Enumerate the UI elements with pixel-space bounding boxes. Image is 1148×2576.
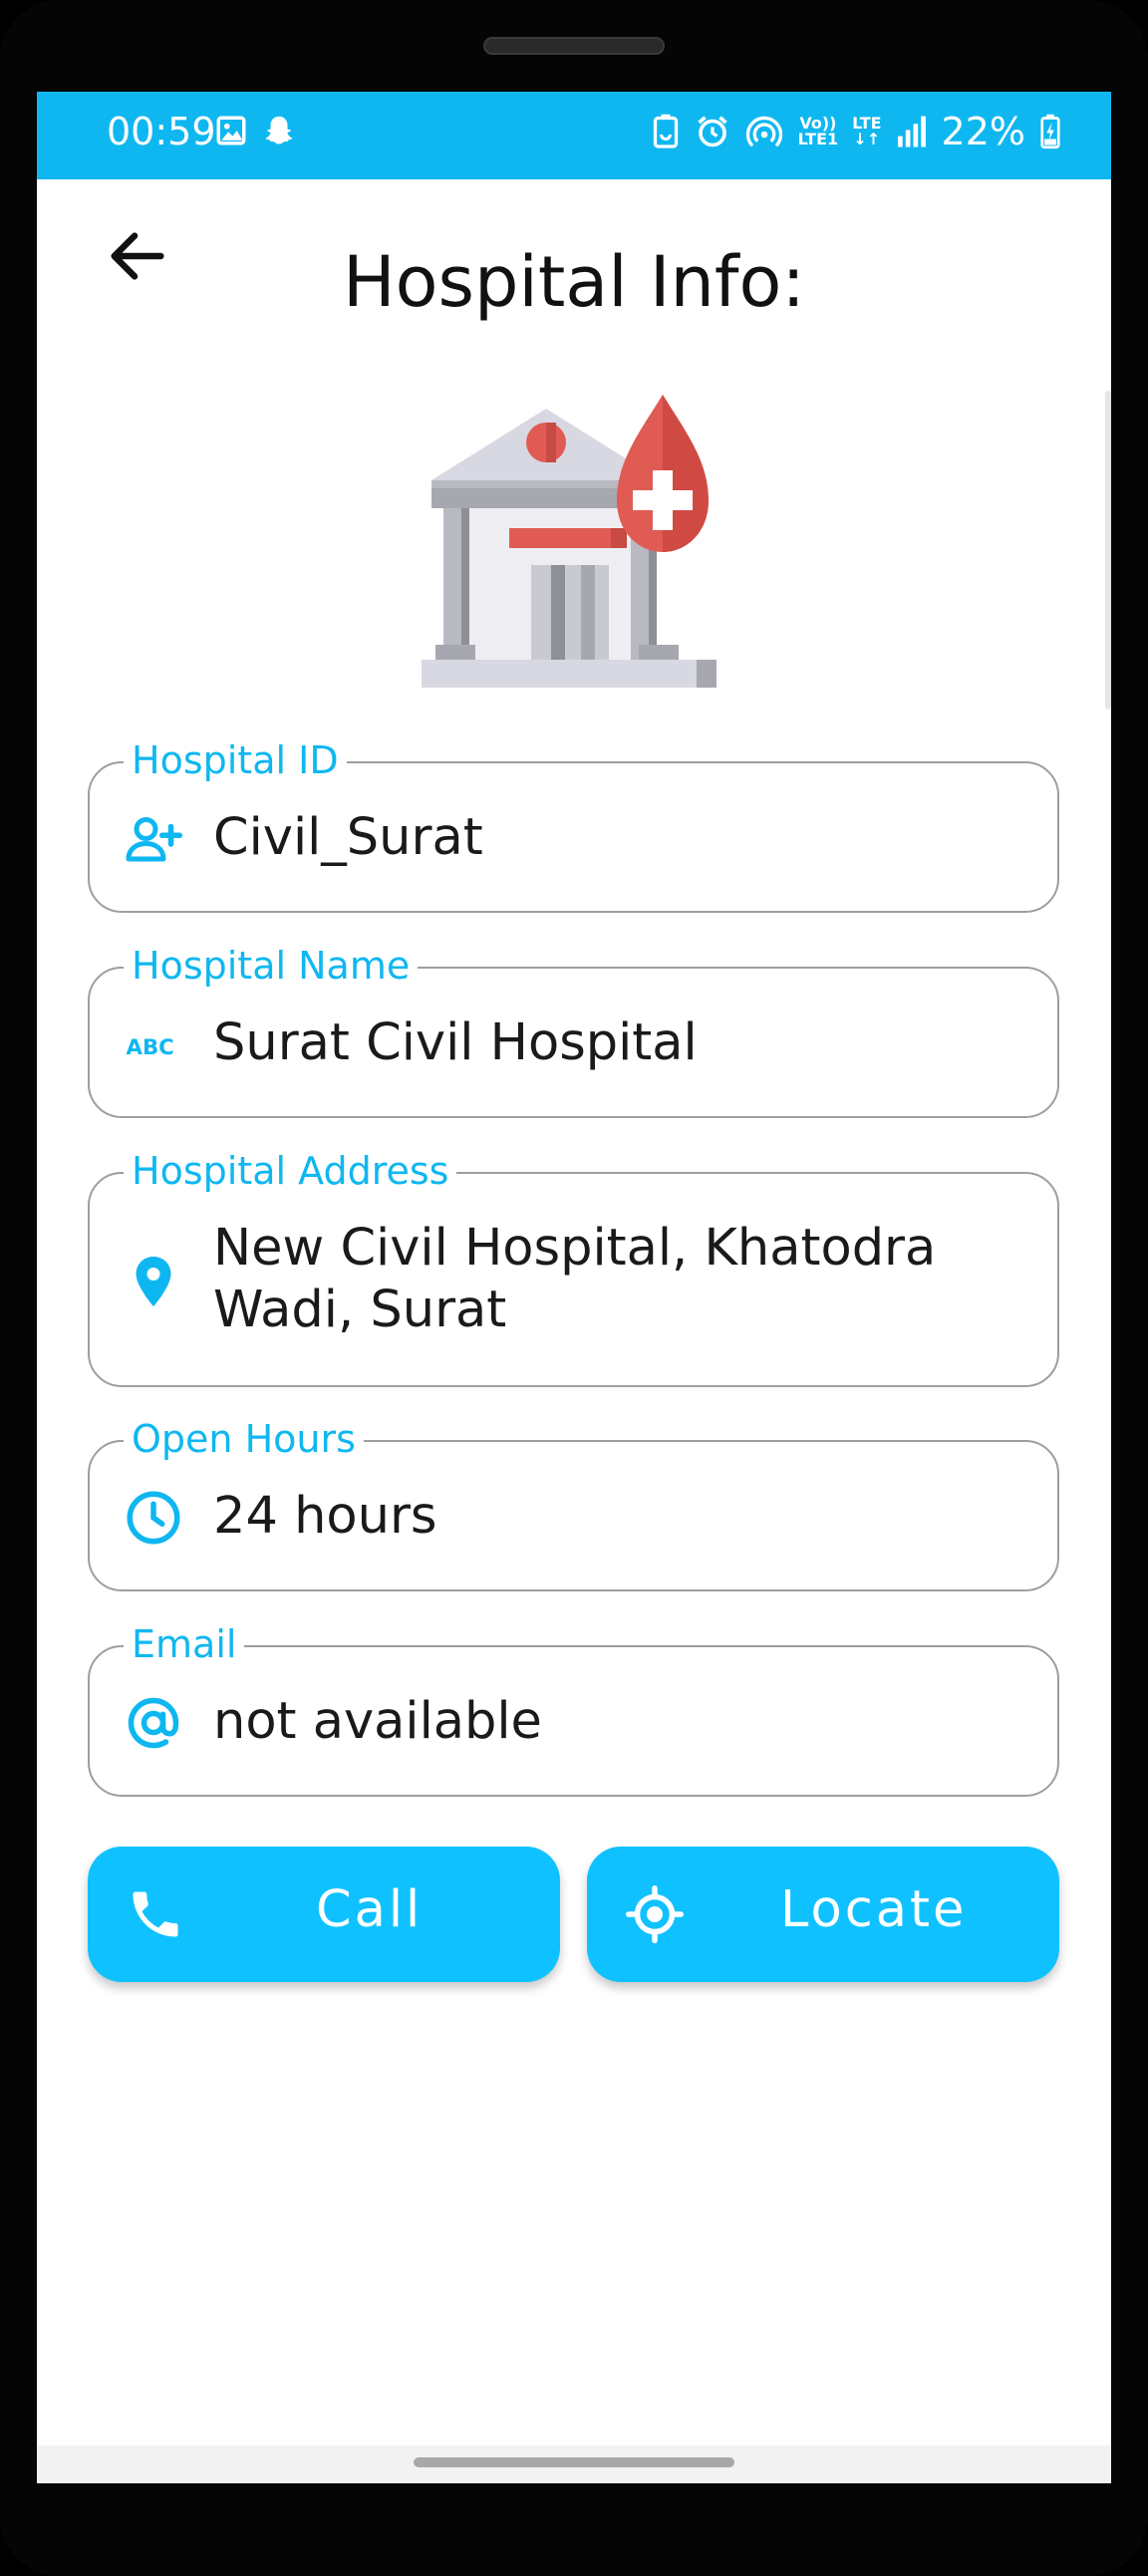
hospital-name-value: Surat Civil Hospital (213, 1013, 698, 1072)
svg-text:ABC: ABC (127, 1035, 174, 1060)
call-button-label: Call (316, 1880, 424, 1939)
lte-indicator: LTE ↓↑ (852, 116, 881, 147)
open-hours-value: 24 hours (213, 1487, 437, 1546)
screen: 00:59 Vo)) LTE1 LTE ↓↑ 22% Hospital Info… (37, 92, 1111, 2483)
navigation-bar (37, 2445, 1111, 2483)
home-gesture-handle[interactable] (414, 2457, 734, 2467)
hospital-address-label: Hospital Address (124, 1146, 457, 1196)
phone-icon (133, 1891, 178, 1937)
volte-indicator: Vo)) LTE1 (798, 116, 839, 147)
person-add-icon (126, 816, 182, 862)
alarm-icon (697, 116, 727, 147)
data-arrows-icon: ↓↑ (853, 130, 881, 148)
open-hours-field[interactable]: Open Hours 24 hours (88, 1414, 1059, 1591)
battery-percent: 22% (941, 110, 1025, 153)
hospital-id-value: Civil_Surat (213, 808, 483, 867)
signal-icon (897, 116, 926, 147)
hospital-blood-drop-icon (422, 395, 717, 688)
phone-speaker (483, 37, 665, 55)
gps-target-icon (626, 1885, 684, 1943)
clock-icon (127, 1491, 180, 1545)
hospital-name-field[interactable]: Hospital Name ABC Surat Civil Hospital (88, 941, 1059, 1118)
email-value: not available (213, 1692, 542, 1751)
status-time: 00:59 (107, 110, 216, 153)
hospital-id-field[interactable]: Hospital ID Civil_Surat (88, 735, 1059, 913)
hospital-id-label: Hospital ID (124, 735, 347, 785)
snapchat-icon (265, 116, 293, 144)
locate-button-label: Locate (780, 1880, 968, 1939)
phone-frame: 00:59 Vo)) LTE1 LTE ↓↑ 22% Hospital Info… (0, 0, 1148, 2576)
scroll-indicator (1105, 391, 1111, 710)
locate-button[interactable]: Locate (587, 1847, 1059, 1982)
status-bar: 00:59 Vo)) LTE1 LTE ↓↑ 22% (37, 92, 1111, 179)
abc-icon: ABC (127, 1035, 174, 1060)
status-left-icons (214, 114, 296, 147)
email-label: Email (124, 1619, 245, 1669)
hotspot-icon (745, 116, 782, 147)
battery-saver-icon (653, 114, 678, 148)
status-right-icons: Vo)) LTE1 LTE ↓↑ 22% (651, 110, 1061, 153)
location-pin-icon (136, 1257, 171, 1306)
call-button[interactable]: Call (88, 1847, 560, 1982)
hero-illustration (422, 391, 760, 702)
hospital-address-field[interactable]: Hospital Address New Civil Hospital, Kha… (88, 1146, 1059, 1387)
open-hours-label: Open Hours (124, 1414, 364, 1464)
at-sign-icon (128, 1697, 179, 1749)
gallery-icon (216, 116, 246, 145)
battery-charging-icon (1040, 114, 1060, 149)
hospital-address-value: New Civil Hospital, Khatodra Wadi, Surat (213, 1219, 937, 1339)
page-title: Hospital Info: (343, 241, 805, 323)
email-field[interactable]: Email not available (88, 1619, 1059, 1797)
volte-bottom-label: LTE1 (797, 130, 839, 148)
hospital-name-label: Hospital Name (124, 941, 419, 991)
